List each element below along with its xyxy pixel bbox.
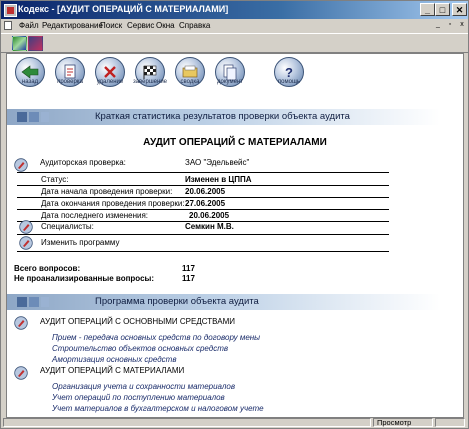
menu-bar: Файл Редактирование Поиск Сервис Окна Сп…	[1, 20, 468, 32]
unanalyzed-questions-value: 117	[182, 274, 195, 283]
toolbar	[1, 33, 468, 53]
check-label: проверка	[57, 79, 83, 85]
menu-edit[interactable]: Редактирование	[42, 21, 103, 30]
status-panel-main	[3, 418, 371, 427]
finish-button[interactable]: завершение	[132, 57, 168, 87]
banner-decoration-icon	[17, 112, 49, 122]
codex-tool-icon[interactable]	[28, 36, 43, 51]
statistics-banner: Краткая статистика результатов проверки …	[7, 109, 463, 125]
specialists-label: Специалисты:	[41, 222, 94, 231]
specialists-value: Семкин М.В.	[185, 222, 234, 231]
help-label: помощь	[277, 79, 301, 85]
status-label: Статус:	[41, 175, 69, 184]
menu-file[interactable]: Файл	[19, 21, 39, 30]
finish-label: завершение	[132, 79, 168, 85]
status-value: Изменен в ЦППА	[185, 175, 252, 184]
table-divider	[17, 209, 389, 210]
program-banner: Программа проверки объекта аудита	[7, 294, 463, 310]
mdi-close-button[interactable]: x	[457, 21, 467, 30]
window-title: Кодекс - [АУДИТ ОПЕРАЦИЙ С МАТЕРИАЛАМИ]	[18, 4, 229, 14]
program-item-link[interactable]: Амортизация основных средств	[52, 355, 177, 364]
table-divider	[17, 197, 389, 198]
program-section-title[interactable]: АУДИТ ОПЕРАЦИЙ С МАТЕРИАЛАМИ	[40, 366, 184, 375]
audit-heading: АУДИТ ОПЕРАЦИЙ С МАТЕРИАЛАМИ	[143, 137, 327, 148]
table-divider	[17, 234, 389, 235]
total-questions-value: 117	[182, 264, 195, 273]
program-section-title[interactable]: АУДИТ ОПЕРАЦИЙ С ОСНОВНЫМИ СРЕДСТВАМИ	[40, 317, 235, 326]
refresh-tool-icon[interactable]	[12, 36, 27, 51]
document-window-icon[interactable]	[4, 21, 12, 30]
audit-value: ЗАО "Эдельвейс"	[185, 158, 250, 167]
end-date-value: 27.06.2005	[185, 199, 226, 208]
statistics-title: Краткая статистика результатов проверки …	[95, 111, 350, 122]
title-bar[interactable]: Кодекс - [АУДИТ ОПЕРАЦИЙ С МАТЕРИАЛАМИ] …	[1, 1, 468, 19]
check-button[interactable]: проверка	[52, 57, 88, 87]
status-panel-extra	[435, 418, 465, 427]
mdi-minimize-button[interactable]: _	[433, 21, 443, 30]
delete-button[interactable]: удаление	[92, 57, 128, 87]
app-window: Кодекс - [АУДИТ ОПЕРАЦИЙ С МАТЕРИАЛАМИ] …	[0, 0, 469, 429]
mdi-restore-button[interactable]: ▫	[445, 21, 455, 30]
start-date-label: Дата начала проведения проверки:	[41, 187, 173, 196]
edit-section-icon[interactable]	[14, 366, 28, 380]
unanalyzed-questions-label: Не проанализированные вопросы:	[14, 274, 155, 283]
program-item-link[interactable]: Прием - передача основных средств по дог…	[52, 333, 260, 342]
table-divider	[17, 172, 389, 173]
close-button[interactable]: ✕	[452, 3, 467, 16]
modified-date-value: 20.06.2005	[189, 211, 230, 220]
edit-program-icon[interactable]	[19, 236, 33, 250]
edit-section-icon[interactable]	[14, 316, 28, 330]
edit-specialists-icon[interactable]	[19, 220, 33, 234]
total-questions-label: Всего вопросов:	[14, 264, 81, 273]
banner-decoration-icon	[17, 297, 49, 307]
document-label: документ	[217, 79, 243, 85]
menu-windows[interactable]: Окна	[156, 21, 175, 30]
program-item-link[interactable]: Организация учета и сохранности материал…	[52, 382, 235, 391]
program-title: Программа проверки объекта аудита	[95, 296, 259, 307]
modified-date-label: Дата последнего изменения:	[41, 211, 149, 220]
program-item-link[interactable]: Учет материалов в бухгалтерском и налого…	[52, 404, 264, 413]
start-date-value: 20.06.2005	[185, 187, 226, 196]
change-program-link[interactable]: Изменить программу	[41, 238, 119, 247]
program-item-link[interactable]: Учет операций по поступлению материалов	[52, 393, 225, 402]
document-view: назад проверка удаление завершение сводк…	[6, 53, 464, 418]
navigation-buttons: назад проверка удаление завершение сводк…	[7, 54, 463, 104]
back-label: назад	[21, 79, 39, 85]
table-divider	[17, 185, 389, 186]
table-divider	[17, 251, 389, 252]
svg-text:?: ?	[285, 65, 293, 80]
audit-label: Аудиторская проверка:	[40, 158, 126, 167]
menu-service[interactable]: Сервис	[127, 21, 154, 30]
end-date-label: Дата окончания проведения проверки:	[41, 199, 185, 208]
delete-label: удаление	[96, 79, 124, 85]
summary-label: сводка	[180, 79, 200, 85]
summary-button[interactable]: сводка	[172, 57, 208, 87]
status-mode: Просмотр	[373, 418, 433, 427]
maximize-button[interactable]: □	[435, 3, 450, 16]
menu-search[interactable]: Поиск	[100, 21, 122, 30]
status-bar: Просмотр	[1, 417, 468, 428]
back-button[interactable]: назад	[12, 57, 48, 87]
minimize-button[interactable]: _	[420, 3, 435, 16]
help-button[interactable]: ? помощь	[271, 57, 307, 87]
program-item-link[interactable]: Строительство объектов основных средств	[52, 344, 228, 353]
app-icon	[4, 4, 17, 17]
menu-help[interactable]: Справка	[179, 21, 210, 30]
document-button[interactable]: документ	[212, 57, 248, 87]
edit-audit-icon[interactable]	[14, 158, 28, 172]
